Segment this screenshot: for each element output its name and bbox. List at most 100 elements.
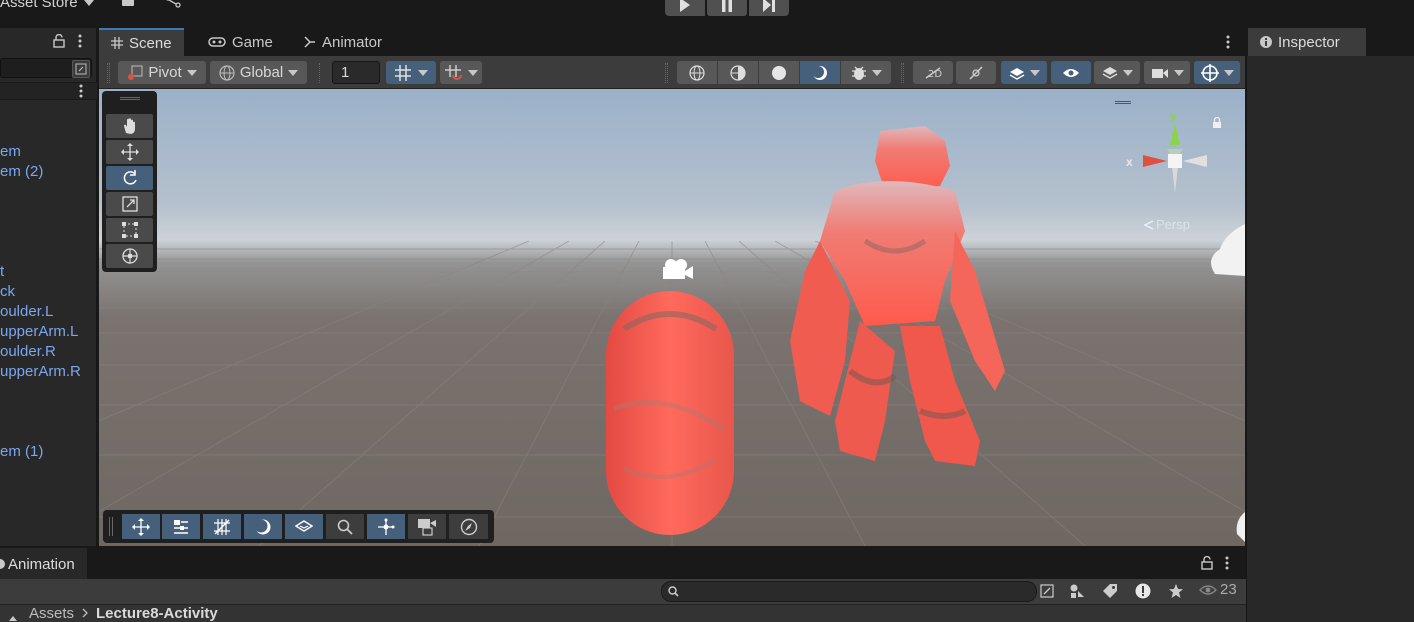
scale-tool-button[interactable] bbox=[106, 192, 153, 216]
collab-icon[interactable] bbox=[164, 0, 182, 10]
hand-tool-button[interactable] bbox=[106, 114, 153, 138]
tools-overlay bbox=[102, 91, 157, 272]
robot-character-object[interactable] bbox=[775, 121, 1025, 491]
transform-tool-button[interactable] bbox=[106, 244, 153, 268]
capsule-object[interactable] bbox=[604, 289, 736, 537]
camera-overlay-button[interactable] bbox=[408, 514, 447, 539]
gizmos-dropdown[interactable] bbox=[1194, 61, 1240, 84]
white-object[interactable] bbox=[1205, 224, 1245, 279]
hierarchy-item[interactable]: upperArm.R bbox=[0, 363, 81, 380]
orientation-overlay-button[interactable] bbox=[367, 514, 406, 539]
more-options-icon[interactable] bbox=[74, 33, 86, 49]
grid-icon bbox=[111, 37, 123, 49]
chevron-down-icon bbox=[288, 69, 299, 76]
toolbar-grip-icon[interactable] bbox=[665, 63, 668, 83]
collapse-icon[interactable] bbox=[8, 609, 18, 621]
lock-icon[interactable] bbox=[52, 33, 66, 49]
layers-dropdown[interactable] bbox=[1094, 61, 1140, 84]
overlay-grip-icon[interactable] bbox=[109, 517, 113, 536]
tab-scene[interactable]: Scene bbox=[99, 28, 184, 56]
camera-icon bbox=[1151, 68, 1168, 78]
navigation-overlay-button[interactable] bbox=[449, 514, 488, 539]
rotate-icon bbox=[123, 170, 137, 185]
camera-gizmo-icon[interactable] bbox=[661, 257, 695, 283]
hierarchy-item[interactable]: oulder.R bbox=[0, 343, 56, 360]
tab-animator[interactable]: Animator bbox=[292, 28, 394, 56]
tab-game[interactable]: Game bbox=[196, 28, 285, 56]
search-by-type-icon[interactable] bbox=[1039, 582, 1055, 600]
toolbar-grip-icon[interactable] bbox=[107, 63, 110, 83]
white-object-edge[interactable] bbox=[1233, 512, 1245, 542]
hidden-packages-toggle[interactable]: 23 bbox=[1199, 581, 1237, 598]
play-button[interactable] bbox=[665, 0, 705, 16]
filter-by-label-icon[interactable] bbox=[1101, 582, 1119, 600]
hierarchy-item[interactable]: oulder.L bbox=[0, 303, 53, 320]
scene-overlay-toolbar bbox=[103, 510, 494, 543]
palette-grip-icon[interactable] bbox=[120, 97, 140, 100]
scene-visibility-toggle[interactable] bbox=[1051, 61, 1091, 84]
more-options-icon[interactable] bbox=[1222, 556, 1232, 570]
gizmo-grip-icon[interactable] bbox=[1115, 101, 1131, 104]
wireframe-sphere-icon bbox=[689, 64, 705, 81]
scene-camera-dropdown[interactable] bbox=[1144, 61, 1190, 84]
grid-snapping-overlay-button[interactable] bbox=[203, 514, 242, 539]
effects-dropdown[interactable] bbox=[1001, 61, 1047, 84]
toolbar-grip-icon[interactable] bbox=[901, 63, 904, 83]
info-icon bbox=[1260, 36, 1272, 48]
search-filter-icon[interactable] bbox=[72, 60, 90, 78]
asset-store-dropdown[interactable]: Asset Store bbox=[0, 0, 94, 11]
hierarchy-item[interactable]: upperArm.L bbox=[0, 323, 78, 340]
chevron-down-icon bbox=[467, 69, 478, 76]
increment-snapping-toggle[interactable] bbox=[440, 61, 482, 84]
hierarchy-item[interactable]: t bbox=[0, 263, 4, 280]
scene-more-options-icon[interactable] bbox=[1223, 35, 1233, 49]
wireframe-shading-button[interactable] bbox=[677, 61, 717, 84]
pivot-label: Pivot bbox=[148, 64, 182, 81]
tab-animation[interactable]: Animation bbox=[0, 548, 87, 580]
scene-more-icon[interactable] bbox=[76, 84, 86, 98]
filter-by-type-icon[interactable] bbox=[1068, 582, 1086, 600]
persp-toggle[interactable]: Persp bbox=[1144, 217, 1190, 232]
step-icon bbox=[763, 0, 775, 12]
breadcrumb-current-folder[interactable]: Lecture8-Activity bbox=[96, 605, 218, 622]
lighting-toggle-button[interactable] bbox=[956, 61, 996, 84]
tool-settings-overlay-button[interactable] bbox=[162, 514, 201, 539]
moon-sphere-icon bbox=[812, 65, 827, 80]
debug-draw-mode-dropdown[interactable] bbox=[841, 61, 891, 84]
visible-count: 23 bbox=[1220, 581, 1237, 598]
hierarchy-item[interactable]: ck bbox=[0, 283, 15, 300]
step-button[interactable] bbox=[749, 0, 789, 16]
shaded-wireframe-button[interactable] bbox=[718, 61, 758, 84]
layers-overlay-button[interactable] bbox=[285, 514, 324, 539]
chevron-down-icon bbox=[1223, 69, 1234, 76]
hierarchy-item[interactable]: em (1) bbox=[0, 443, 43, 460]
lock-icon[interactable] bbox=[1200, 556, 1214, 570]
pivot-dropdown[interactable]: Pivot bbox=[118, 61, 206, 84]
breadcrumb-separator-icon bbox=[82, 605, 88, 622]
rect-tool-button[interactable] bbox=[106, 218, 153, 242]
search-overlay-button[interactable] bbox=[326, 514, 365, 539]
lit-shading-button[interactable] bbox=[800, 61, 840, 84]
hierarchy-item[interactable]: em bbox=[0, 143, 21, 160]
favorite-star-icon[interactable] bbox=[1167, 582, 1185, 600]
breadcrumb-assets[interactable]: Assets bbox=[29, 605, 74, 622]
shaded-button[interactable] bbox=[759, 61, 799, 84]
move-icon bbox=[120, 143, 139, 161]
rotate-tool-button[interactable] bbox=[106, 166, 153, 190]
tab-inspector[interactable]: Inspector bbox=[1248, 28, 1366, 56]
global-dropdown[interactable]: Global bbox=[210, 61, 307, 84]
warning-icon[interactable] bbox=[1134, 582, 1152, 600]
move-overlay-button[interactable] bbox=[122, 514, 161, 539]
pause-button[interactable] bbox=[707, 0, 747, 16]
grid-size-input[interactable]: 1 bbox=[332, 61, 380, 84]
lighting-overlay-button[interactable] bbox=[244, 514, 283, 539]
hierarchy-item[interactable]: em (2) bbox=[0, 163, 43, 180]
cloud-icon[interactable] bbox=[120, 0, 136, 10]
asset-store-label: Asset Store bbox=[0, 0, 78, 11]
scene-viewport[interactable]: y x Persp bbox=[99, 89, 1245, 546]
project-search-input[interactable] bbox=[661, 581, 1037, 602]
2d-toggle-button[interactable]: 2D bbox=[913, 61, 953, 84]
move-tool-button[interactable] bbox=[106, 140, 153, 164]
grid-snapping-toggle[interactable] bbox=[386, 61, 436, 84]
rect-transform-icon bbox=[121, 222, 138, 238]
